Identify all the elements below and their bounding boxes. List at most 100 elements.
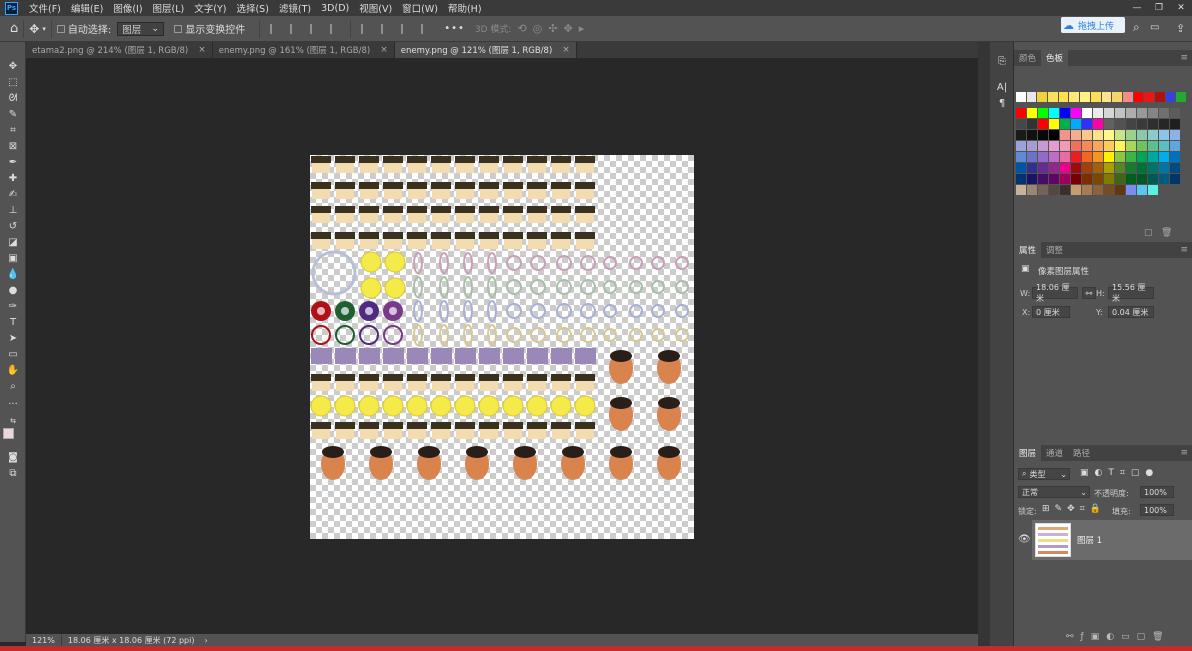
- color-swatch[interactable]: [1148, 108, 1158, 118]
- color-swatch[interactable]: [1170, 152, 1180, 162]
- color-swatch[interactable]: [1148, 174, 1158, 184]
- screen-mode-icon[interactable]: ⧉: [5, 466, 21, 480]
- color-swatch[interactable]: [1049, 174, 1059, 184]
- color-swatch[interactable]: [1082, 152, 1092, 162]
- layer-filter-icons[interactable]: ▣◐T⌗▢●: [1080, 468, 1159, 478]
- color-swatch[interactable]: [1176, 92, 1186, 102]
- color-swatch[interactable]: [1082, 108, 1092, 118]
- quick-mask-icon[interactable]: ◙: [5, 450, 21, 464]
- crop-tool-icon[interactable]: ⌗: [5, 123, 21, 137]
- history-brush-tool-icon[interactable]: ↺: [5, 219, 21, 233]
- color-swatch[interactable]: [1016, 163, 1026, 173]
- color-swatch[interactable]: [1148, 163, 1158, 173]
- healing-brush-tool-icon[interactable]: ✚: [5, 171, 21, 185]
- color-swatch[interactable]: [1090, 92, 1101, 102]
- color-swatch[interactable]: [1159, 152, 1169, 162]
- close-icon[interactable]: ×: [380, 45, 388, 55]
- align-right-icon[interactable]: [310, 23, 320, 34]
- canvas-area[interactable]: [26, 58, 978, 634]
- close-icon[interactable]: ×: [198, 45, 206, 55]
- color-swatch[interactable]: [1049, 141, 1059, 151]
- path-selection-tool-icon[interactable]: ➤: [5, 331, 21, 345]
- color-swatch[interactable]: [1122, 92, 1133, 102]
- color-swatch[interactable]: [1137, 152, 1147, 162]
- color-swatch[interactable]: [1104, 185, 1114, 195]
- eraser-tool-icon[interactable]: ◪: [5, 235, 21, 249]
- align-center-icon[interactable]: [290, 23, 300, 34]
- color-swatch[interactable]: [1104, 174, 1114, 184]
- color-swatch[interactable]: [1104, 130, 1114, 140]
- color-swatch[interactable]: [1126, 119, 1136, 129]
- distribute-icon[interactable]: [330, 23, 340, 34]
- zoom-tool-icon[interactable]: ⌕: [5, 379, 21, 393]
- color-swatch[interactable]: [1093, 152, 1103, 162]
- color-swatch[interactable]: [1071, 163, 1081, 173]
- color-swatch[interactable]: [1137, 163, 1147, 173]
- color-swatch[interactable]: [1170, 119, 1180, 129]
- more-tools-icon[interactable]: ···: [5, 397, 21, 411]
- workspace-icon[interactable]: ▭: [1150, 22, 1159, 33]
- color-swatch[interactable]: [1049, 152, 1059, 162]
- color-swatch[interactable]: [1038, 174, 1048, 184]
- color-swatch[interactable]: [1026, 92, 1037, 102]
- color-swatch[interactable]: [1148, 119, 1158, 129]
- foreground-color[interactable]: [3, 428, 14, 439]
- align-left-icon[interactable]: [270, 23, 280, 34]
- color-swatch[interactable]: [1058, 92, 1069, 102]
- new-folder-icon[interactable]: ▢: [1144, 228, 1153, 238]
- color-swatch[interactable]: [1049, 108, 1059, 118]
- color-swatch[interactable]: [1027, 185, 1037, 195]
- color-swatch[interactable]: [1027, 130, 1037, 140]
- color-swatch[interactable]: [1104, 141, 1114, 151]
- color-swatch[interactable]: [1060, 119, 1070, 129]
- menu-image[interactable]: 图像(I): [108, 1, 147, 15]
- search-icon[interactable]: ⌕: [1133, 20, 1140, 35]
- color-swatch[interactable]: [1159, 130, 1169, 140]
- color-swatch[interactable]: [1016, 130, 1026, 140]
- color-swatch[interactable]: [1104, 152, 1114, 162]
- color-swatch[interactable]: [1144, 92, 1154, 102]
- chevron-down-icon[interactable]: ▾: [42, 25, 46, 33]
- home-icon[interactable]: ⌂: [10, 21, 18, 36]
- brush-tool-icon[interactable]: ✍: [5, 187, 21, 201]
- lock-icons[interactable]: ⊞✎✥⌗🔒: [1042, 504, 1106, 514]
- document-canvas[interactable]: [310, 155, 694, 539]
- color-swatch[interactable]: [1154, 92, 1165, 102]
- color-swatch[interactable]: [1104, 163, 1114, 173]
- tab-etama2[interactable]: etama2.png @ 214% (图层 1, RGB/8) ×: [26, 42, 213, 58]
- color-swatch[interactable]: [1082, 130, 1092, 140]
- color-swatch[interactable]: [1159, 119, 1169, 129]
- panel-menu-icon[interactable]: ≡: [1180, 53, 1188, 63]
- history-panel-icon[interactable]: ⎘: [995, 56, 1009, 68]
- color-swatch[interactable]: [1016, 92, 1026, 102]
- color-swatch[interactable]: [1016, 152, 1026, 162]
- tab-channels[interactable]: 通道: [1041, 445, 1068, 461]
- color-swatch[interactable]: [1137, 119, 1147, 129]
- gradient-tool-icon[interactable]: ▣: [5, 251, 21, 265]
- color-swatch[interactable]: [1071, 174, 1081, 184]
- dodge-tool-icon[interactable]: ●: [5, 283, 21, 297]
- swap-colors-icon[interactable]: ⇆: [5, 414, 21, 428]
- color-swatch[interactable]: [1027, 152, 1037, 162]
- align-top-icon[interactable]: [361, 23, 371, 34]
- zoom-level[interactable]: 121%: [26, 636, 61, 645]
- tab-layers[interactable]: 图层: [1014, 445, 1042, 461]
- color-swatch[interactable]: [1069, 92, 1080, 102]
- color-swatch[interactable]: [1170, 174, 1180, 184]
- color-swatch[interactable]: [1016, 119, 1026, 129]
- color-swatch[interactable]: [1126, 152, 1136, 162]
- width-field[interactable]: 18.06 厘米: [1032, 283, 1078, 303]
- layer-name[interactable]: 图层 1: [1077, 534, 1102, 546]
- color-swatch[interactable]: [1038, 108, 1048, 118]
- color-swatch[interactable]: [1038, 152, 1048, 162]
- blend-mode-dropdown[interactable]: 正常 ⌄: [1018, 486, 1090, 498]
- chevron-right-icon[interactable]: ›: [200, 636, 211, 645]
- color-swatch[interactable]: [1101, 92, 1112, 102]
- color-swatch[interactable]: [1082, 141, 1092, 151]
- color-swatch[interactable]: [1082, 185, 1092, 195]
- color-swatch[interactable]: [1027, 119, 1037, 129]
- tab-color[interactable]: 颜色: [1014, 50, 1041, 66]
- menu-file[interactable]: 文件(F): [24, 1, 66, 15]
- color-swatch[interactable]: [1071, 108, 1081, 118]
- color-swatch[interactable]: [1060, 163, 1070, 173]
